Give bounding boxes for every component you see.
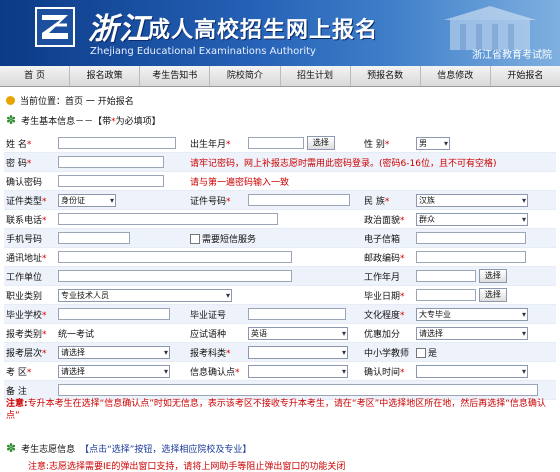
address-input[interactable] bbox=[58, 251, 292, 263]
nav-modify[interactable]: 信息修改 bbox=[421, 66, 491, 86]
birth-select-button[interactable]: 选择 bbox=[306, 136, 335, 150]
registration-form: 姓 名* 出生年月* 选择 性 别* 男 密 码* 请牢记密码，网上补报志愿时需… bbox=[4, 134, 556, 400]
basic-info-title: 考生基本信息－－【带*为必填项】 bbox=[21, 117, 161, 127]
popup-note: 注意:志愿选择需要IE的弹出窗口支持，请将上网助手等阻止弹出窗口的功能关闭 bbox=[28, 462, 346, 472]
work-year-label: 工作年月 bbox=[362, 266, 414, 286]
teacher-label: 中小学教师 bbox=[362, 342, 414, 362]
confirm-password-label: 确认密码 bbox=[4, 171, 56, 191]
bonus-label: 优惠加分 bbox=[362, 323, 414, 343]
header-banner: 浙江 成人高校招生网上报名 Zhejiang Educational Exami… bbox=[0, 0, 560, 66]
confirm-point-label: 信息确认点* bbox=[188, 361, 246, 381]
district-note: 注意:专升本考生在选择“信息确认点”时如无信息，表示该考区不接收专升本考生，请在… bbox=[6, 399, 546, 421]
id-type-select[interactable]: 身份证 bbox=[58, 193, 116, 207]
phone-input[interactable] bbox=[58, 213, 278, 225]
politics-select[interactable]: 群众 bbox=[416, 212, 528, 226]
star-icon: ✽ bbox=[6, 441, 17, 455]
nav-colleges[interactable]: 院校简介 bbox=[210, 66, 281, 86]
remark-input[interactable] bbox=[58, 384, 538, 396]
grad-date-label: 毕业日期* bbox=[362, 285, 414, 305]
language-label: 应试语种 bbox=[188, 323, 246, 343]
id-number-label: 证件号码* bbox=[188, 190, 246, 210]
location-icon bbox=[6, 96, 15, 105]
career-label: 职业类别 bbox=[4, 285, 56, 305]
star-icon: ✽ bbox=[6, 113, 17, 127]
confirm-point-select[interactable] bbox=[248, 364, 348, 378]
teacher-yes-label: 是 bbox=[428, 348, 438, 359]
logo bbox=[35, 7, 75, 47]
password-hint: 请牢记密码，网上补报志愿时需用此密码登录。(密码6-16位，且不可有空格) bbox=[188, 152, 556, 172]
email-label: 电子信箱 bbox=[362, 228, 414, 248]
office-name: 浙江省教育考试院 bbox=[472, 50, 552, 61]
phone-label: 联系电话* bbox=[4, 209, 56, 229]
subject-select[interactable] bbox=[248, 345, 348, 359]
district-label: 考 区* bbox=[4, 361, 56, 381]
birth-input[interactable] bbox=[248, 137, 304, 149]
confirm-time-select[interactable] bbox=[416, 364, 528, 378]
level-label: 报考层次* bbox=[4, 342, 56, 362]
birth-label: 出生年月* bbox=[188, 134, 246, 153]
work-unit-label: 工作单位 bbox=[4, 266, 56, 286]
preference-hint: 【点击“选择”按钮，选择相应院校及专业】 bbox=[80, 445, 252, 455]
basic-info-header: ✽ 考生基本信息－－【带*为必填项】 bbox=[6, 114, 161, 127]
category-label: 报考类别* bbox=[4, 323, 56, 343]
confirm-password-input[interactable] bbox=[58, 175, 164, 187]
nav-notice[interactable]: 考生告知书 bbox=[140, 66, 211, 86]
mobile-label: 手机号码 bbox=[4, 228, 56, 248]
politics-label: 政治面貌* bbox=[362, 209, 414, 229]
breadcrumb: 当前位置：首页 一 开始报名 bbox=[6, 94, 134, 107]
mobile-input[interactable] bbox=[58, 232, 130, 244]
nav-policy[interactable]: 报名政策 bbox=[70, 66, 141, 86]
nav-plan[interactable]: 招生计划 bbox=[281, 66, 351, 86]
sms-checkbox[interactable] bbox=[190, 234, 200, 244]
gender-label: 性 别* bbox=[362, 134, 414, 153]
remark-label: 备 注 bbox=[4, 380, 56, 400]
email-input[interactable] bbox=[416, 232, 526, 244]
school-input[interactable] bbox=[58, 308, 170, 320]
nation-select[interactable]: 汉族 bbox=[416, 193, 528, 207]
gender-select[interactable]: 男 bbox=[416, 136, 450, 150]
postcode-input[interactable] bbox=[416, 251, 526, 263]
site-title: 成人高校招生网上报名 bbox=[148, 17, 379, 43]
school-label: 毕业学校* bbox=[4, 304, 56, 324]
subject-label: 报考科类* bbox=[188, 342, 246, 362]
password-input[interactable] bbox=[58, 156, 164, 168]
teacher-checkbox[interactable] bbox=[416, 348, 426, 358]
nav-prereg[interactable]: 预报名数 bbox=[351, 66, 421, 86]
cert-label: 毕业证号 bbox=[188, 304, 246, 324]
preference-header: ✽ 考生志愿信息 【点击“选择”按钮，选择相应院校及专业】 bbox=[6, 442, 251, 455]
password-label: 密 码* bbox=[4, 152, 56, 172]
bonus-select[interactable]: 请选择 bbox=[416, 326, 528, 340]
name-label: 姓 名* bbox=[4, 134, 56, 153]
id-type-label: 证件类型* bbox=[4, 190, 56, 210]
work-year-input[interactable] bbox=[416, 270, 476, 282]
grad-date-input[interactable] bbox=[416, 289, 476, 301]
confirm-time-label: 确认时间* bbox=[362, 361, 414, 381]
address-label: 通讯地址* bbox=[4, 247, 56, 267]
language-select[interactable]: 英语 bbox=[248, 326, 348, 340]
work-year-select-button[interactable]: 选择 bbox=[478, 269, 507, 283]
confirm-password-hint: 请与第一遍密码输入一致 bbox=[188, 171, 556, 191]
district-select[interactable]: 请选择 bbox=[58, 364, 170, 378]
sms-label: 需要短信服务 bbox=[202, 234, 257, 245]
postcode-label: 邮政编码* bbox=[362, 247, 414, 267]
nav-register[interactable]: 开始报名 bbox=[491, 66, 560, 86]
name-input[interactable] bbox=[58, 137, 176, 149]
id-number-input[interactable] bbox=[248, 194, 350, 206]
nav-home[interactable]: 首 页 bbox=[0, 66, 71, 86]
level-select[interactable]: 请选择 bbox=[58, 345, 170, 359]
education-select[interactable]: 大专毕业 bbox=[416, 307, 528, 321]
education-label: 文化程度* bbox=[362, 304, 414, 324]
building-icon bbox=[444, 6, 536, 50]
work-unit-input[interactable] bbox=[58, 270, 292, 282]
grad-date-select-button[interactable]: 选择 bbox=[478, 288, 507, 302]
category-value: 统一考试 bbox=[56, 323, 188, 343]
nation-label: 民 族* bbox=[362, 190, 414, 210]
career-select[interactable]: 专业技术人员 bbox=[58, 288, 232, 302]
breadcrumb-text: 当前位置：首页 一 开始报名 bbox=[20, 97, 134, 107]
main-nav: 首 页 报名政策 考生告知书 院校简介 招生计划 预报名数 信息修改 开始报名 bbox=[0, 66, 560, 87]
cert-input[interactable] bbox=[248, 308, 346, 320]
site-subtitle: Zhejiang Educational Examinations Author… bbox=[90, 46, 316, 57]
preference-title: 考生志愿信息 bbox=[21, 445, 76, 455]
site-title-prefix: 浙江 bbox=[88, 12, 150, 47]
